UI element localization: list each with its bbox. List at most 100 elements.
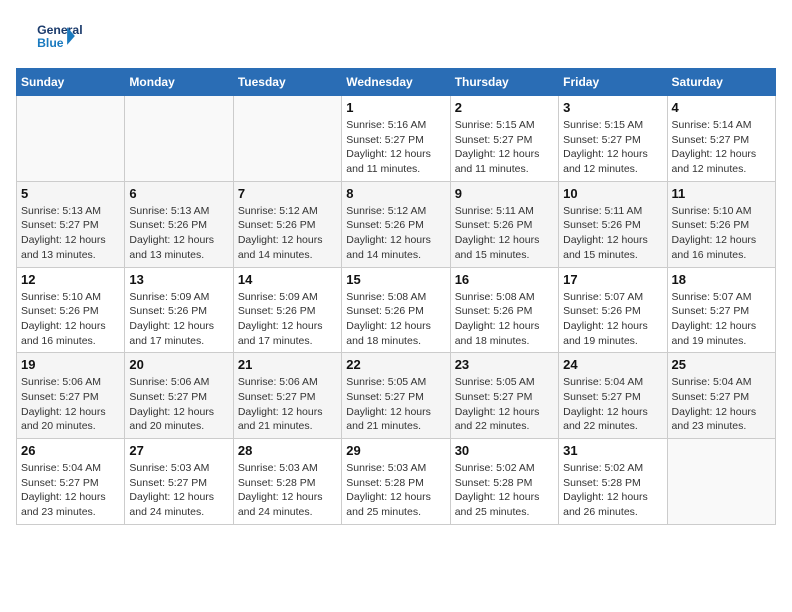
day-number: 18 [672, 272, 771, 287]
calendar-week-row: 1 Sunrise: 5:16 AM Sunset: 5:27 PM Daylig… [17, 96, 776, 182]
logo: GeneralBlue [16, 16, 96, 56]
calendar-day-25: 25 Sunrise: 5:04 AM Sunset: 5:27 PM Dayli… [667, 353, 775, 439]
day-number: 13 [129, 272, 228, 287]
calendar-week-row: 26 Sunrise: 5:04 AM Sunset: 5:27 PM Dayli… [17, 439, 776, 525]
day-number: 30 [455, 443, 554, 458]
weekday-header-saturday: Saturday [667, 69, 775, 96]
day-number: 11 [672, 186, 771, 201]
day-number: 12 [21, 272, 120, 287]
day-info: Sunrise: 5:05 AM Sunset: 5:27 PM Dayligh… [346, 375, 445, 434]
day-number: 14 [238, 272, 337, 287]
calendar-day-9: 9Sunrise: 5:11 AM Sunset: 5:26 PM Daylig… [450, 181, 558, 267]
calendar-day-empty [667, 439, 775, 525]
calendar-day-5: 5Sunrise: 5:13 AM Sunset: 5:27 PM Daylig… [17, 181, 125, 267]
day-number: 20 [129, 357, 228, 372]
calendar-day-empty [233, 96, 341, 182]
day-info: Sunrise: 5:08 AM Sunset: 5:26 PM Dayligh… [455, 290, 554, 349]
calendar-week-row: 5Sunrise: 5:13 AM Sunset: 5:27 PM Daylig… [17, 181, 776, 267]
calendar-day-18: 18 Sunrise: 5:07 AM Sunset: 5:27 PM Dayli… [667, 267, 775, 353]
day-number: 21 [238, 357, 337, 372]
day-number: 17 [563, 272, 662, 287]
weekday-header-friday: Friday [559, 69, 667, 96]
day-info: Sunrise: 5:09 AM Sunset: 5:26 PM Dayligh… [129, 290, 228, 349]
weekday-header-sunday: Sunday [17, 69, 125, 96]
day-number: 2 [455, 100, 554, 115]
day-number: 22 [346, 357, 445, 372]
page-header: GeneralBlue [16, 16, 776, 56]
calendar-day-4: 4 Sunrise: 5:14 AM Sunset: 5:27 PM Daylig… [667, 96, 775, 182]
calendar-week-row: 12 Sunrise: 5:10 AM Sunset: 5:26 PM Dayli… [17, 267, 776, 353]
day-info: Sunrise: 5:12 AM Sunset: 5:26 PM Dayligh… [346, 204, 445, 263]
calendar-day-15: 15 Sunrise: 5:08 AM Sunset: 5:26 PM Dayli… [342, 267, 450, 353]
calendar-day-14: 14 Sunrise: 5:09 AM Sunset: 5:26 PM Dayli… [233, 267, 341, 353]
calendar-day-21: 21Sunrise: 5:06 AM Sunset: 5:27 PM Dayli… [233, 353, 341, 439]
calendar-day-10: 10 Sunrise: 5:11 AM Sunset: 5:26 PM Dayli… [559, 181, 667, 267]
calendar-body: 1 Sunrise: 5:16 AM Sunset: 5:27 PM Daylig… [17, 96, 776, 525]
calendar-header: SundayMondayTuesdayWednesdayThursdayFrid… [17, 69, 776, 96]
logo-icon: GeneralBlue [16, 16, 96, 56]
day-number: 1 [346, 100, 445, 115]
day-info: Sunrise: 5:06 AM Sunset: 5:27 PM Dayligh… [129, 375, 228, 434]
calendar-day-empty [17, 96, 125, 182]
day-info: Sunrise: 5:13 AM Sunset: 5:26 PM Dayligh… [129, 204, 228, 263]
day-info: Sunrise: 5:04 AM Sunset: 5:27 PM Dayligh… [21, 461, 120, 520]
day-number: 28 [238, 443, 337, 458]
calendar-day-11: 11 Sunrise: 5:10 AM Sunset: 5:26 PM Dayli… [667, 181, 775, 267]
day-number: 4 [672, 100, 771, 115]
calendar-day-24: 24Sunrise: 5:04 AM Sunset: 5:27 PM Dayli… [559, 353, 667, 439]
weekday-header-monday: Monday [125, 69, 233, 96]
svg-text:Blue: Blue [37, 36, 64, 50]
calendar-day-13: 13 Sunrise: 5:09 AM Sunset: 5:26 PM Dayli… [125, 267, 233, 353]
day-info: Sunrise: 5:03 AM Sunset: 5:28 PM Dayligh… [346, 461, 445, 520]
weekday-header-wednesday: Wednesday [342, 69, 450, 96]
day-info: Sunrise: 5:10 AM Sunset: 5:26 PM Dayligh… [672, 204, 771, 263]
day-number: 9 [455, 186, 554, 201]
calendar-day-7: 7 Sunrise: 5:12 AM Sunset: 5:26 PM Daylig… [233, 181, 341, 267]
day-number: 26 [21, 443, 120, 458]
day-number: 23 [455, 357, 554, 372]
calendar-day-12: 12 Sunrise: 5:10 AM Sunset: 5:26 PM Dayli… [17, 267, 125, 353]
calendar-day-6: 6 Sunrise: 5:13 AM Sunset: 5:26 PM Daylig… [125, 181, 233, 267]
day-info: Sunrise: 5:14 AM Sunset: 5:27 PM Dayligh… [672, 118, 771, 177]
day-number: 6 [129, 186, 228, 201]
weekday-header-row: SundayMondayTuesdayWednesdayThursdayFrid… [17, 69, 776, 96]
calendar-day-8: 8Sunrise: 5:12 AM Sunset: 5:26 PM Daylig… [342, 181, 450, 267]
calendar-day-31: 31 Sunrise: 5:02 AM Sunset: 5:28 PM Dayli… [559, 439, 667, 525]
calendar-day-20: 20 Sunrise: 5:06 AM Sunset: 5:27 PM Dayli… [125, 353, 233, 439]
day-info: Sunrise: 5:04 AM Sunset: 5:27 PM Dayligh… [672, 375, 771, 434]
calendar-day-empty [125, 96, 233, 182]
weekday-header-tuesday: Tuesday [233, 69, 341, 96]
calendar-day-16: 16 Sunrise: 5:08 AM Sunset: 5:26 PM Dayli… [450, 267, 558, 353]
day-info: Sunrise: 5:15 AM Sunset: 5:27 PM Dayligh… [563, 118, 662, 177]
day-number: 25 [672, 357, 771, 372]
day-info: Sunrise: 5:16 AM Sunset: 5:27 PM Dayligh… [346, 118, 445, 177]
day-number: 15 [346, 272, 445, 287]
day-number: 10 [563, 186, 662, 201]
day-info: Sunrise: 5:11 AM Sunset: 5:26 PM Dayligh… [563, 204, 662, 263]
day-number: 5 [21, 186, 120, 201]
calendar-day-1: 1 Sunrise: 5:16 AM Sunset: 5:27 PM Daylig… [342, 96, 450, 182]
day-info: Sunrise: 5:15 AM Sunset: 5:27 PM Dayligh… [455, 118, 554, 177]
day-number: 31 [563, 443, 662, 458]
day-info: Sunrise: 5:08 AM Sunset: 5:26 PM Dayligh… [346, 290, 445, 349]
calendar-day-26: 26 Sunrise: 5:04 AM Sunset: 5:27 PM Dayli… [17, 439, 125, 525]
calendar-day-23: 23Sunrise: 5:05 AM Sunset: 5:27 PM Dayli… [450, 353, 558, 439]
svg-text:General: General [37, 23, 83, 37]
day-info: Sunrise: 5:02 AM Sunset: 5:28 PM Dayligh… [455, 461, 554, 520]
day-info: Sunrise: 5:07 AM Sunset: 5:27 PM Dayligh… [672, 290, 771, 349]
day-info: Sunrise: 5:09 AM Sunset: 5:26 PM Dayligh… [238, 290, 337, 349]
day-info: Sunrise: 5:02 AM Sunset: 5:28 PM Dayligh… [563, 461, 662, 520]
day-info: Sunrise: 5:04 AM Sunset: 5:27 PM Dayligh… [563, 375, 662, 434]
calendar-week-row: 19Sunrise: 5:06 AM Sunset: 5:27 PM Dayli… [17, 353, 776, 439]
calendar-day-28: 28Sunrise: 5:03 AM Sunset: 5:28 PM Dayli… [233, 439, 341, 525]
calendar-day-17: 17Sunrise: 5:07 AM Sunset: 5:26 PM Dayli… [559, 267, 667, 353]
calendar-day-3: 3Sunrise: 5:15 AM Sunset: 5:27 PM Daylig… [559, 96, 667, 182]
day-number: 29 [346, 443, 445, 458]
day-info: Sunrise: 5:03 AM Sunset: 5:27 PM Dayligh… [129, 461, 228, 520]
day-number: 7 [238, 186, 337, 201]
day-number: 27 [129, 443, 228, 458]
day-info: Sunrise: 5:12 AM Sunset: 5:26 PM Dayligh… [238, 204, 337, 263]
day-info: Sunrise: 5:10 AM Sunset: 5:26 PM Dayligh… [21, 290, 120, 349]
day-number: 16 [455, 272, 554, 287]
day-info: Sunrise: 5:06 AM Sunset: 5:27 PM Dayligh… [21, 375, 120, 434]
